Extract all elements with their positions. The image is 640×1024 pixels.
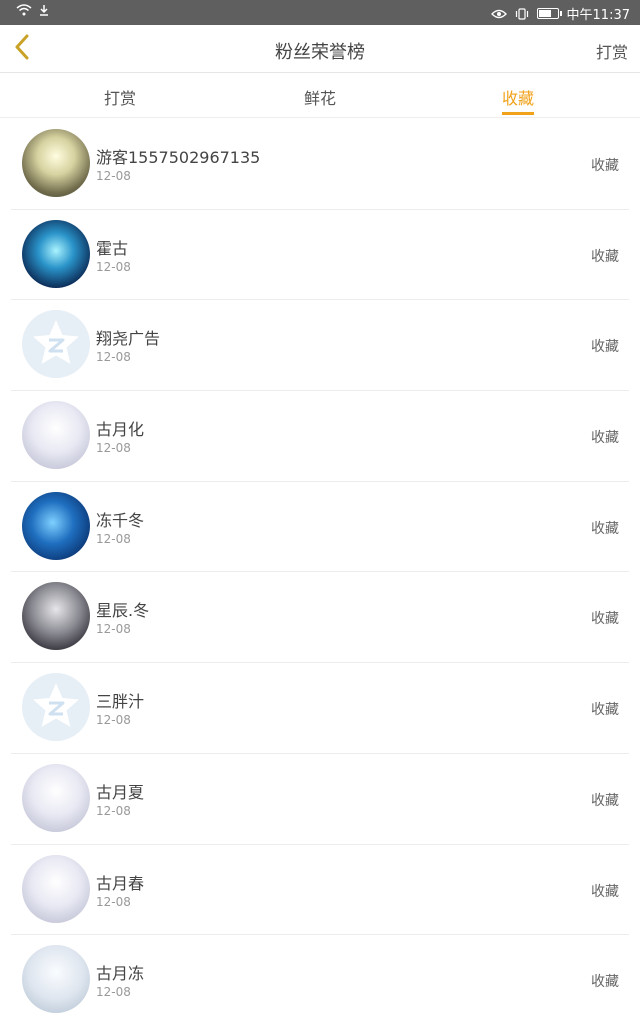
list-item[interactable]: 古月冻 12-08 收藏 [11, 935, 629, 1024]
user-name: 古月冻 [96, 964, 145, 984]
download-icon [38, 4, 50, 16]
action-label: 收藏 [591, 702, 619, 719]
user-name: 古月夏 [96, 782, 145, 802]
eye-icon [490, 9, 507, 19]
avatar [22, 854, 90, 923]
tab-favorites-label: 收藏 [502, 89, 535, 108]
avatar [22, 401, 90, 470]
date-text: 12-08 [96, 894, 131, 909]
tab-favorites[interactable]: 收藏 [502, 85, 535, 115]
qq-default-avatar-icon [22, 310, 90, 379]
date-text: 12-08 [96, 531, 131, 546]
status-bar: 中午11:37 [0, 0, 640, 25]
date-text: 12-08 [96, 350, 131, 365]
user-name: 冻千冬 [96, 510, 145, 530]
user-name: 古月春 [96, 873, 145, 893]
list-item[interactable]: 三胖汁 12-08 收藏 [11, 663, 629, 754]
avatar [22, 582, 90, 651]
date-text: 12-08 [96, 713, 131, 728]
avatar [22, 129, 90, 197]
list-item[interactable]: 古月化 12-08 收藏 [11, 391, 629, 482]
list-item[interactable]: 游客1557502967135 12-08 收藏 [11, 119, 629, 210]
list-item[interactable]: 翔尧广告 12-08 收藏 [11, 300, 629, 392]
date-text: 12-08 [96, 169, 131, 183]
reward-button[interactable]: 打赏 [596, 39, 628, 63]
avatar [22, 219, 90, 288]
tab-flowers[interactable]: 鲜花 [304, 85, 336, 109]
list-item[interactable]: 星辰.冬 12-08 收藏 [11, 572, 629, 664]
action-label: 收藏 [591, 792, 619, 809]
status-left [16, 4, 50, 16]
avatar [22, 763, 90, 832]
avatar [22, 491, 90, 560]
user-name: 古月化 [96, 420, 145, 440]
action-label: 收藏 [591, 248, 619, 265]
date-text: 12-08 [96, 803, 131, 818]
date-text: 12-08 [96, 622, 131, 637]
list-item[interactable]: 霍古 12-08 收藏 [11, 210, 629, 301]
action-label: 收藏 [591, 158, 619, 174]
tab-bar: 打赏 鲜花 收藏 [0, 73, 640, 118]
vibrate-icon [515, 7, 529, 20]
action-label: 收藏 [591, 520, 619, 537]
tab-reward[interactable]: 打赏 [104, 85, 136, 109]
action-label: 收藏 [591, 974, 619, 991]
battery-icon [536, 8, 562, 19]
date-text: 12-08 [96, 985, 131, 1000]
user-name: 翔尧广告 [96, 329, 161, 349]
date-text: 12-08 [96, 259, 131, 274]
date-text: 12-08 [96, 441, 131, 456]
fan-list: 游客1557502967135 12-08 收藏 霍古 12-08 收藏 翔尧广… [0, 119, 640, 1024]
user-name: 三胖汁 [96, 692, 145, 712]
user-name: 霍古 [96, 238, 129, 258]
list-item[interactable]: 古月春 12-08 收藏 [11, 845, 629, 936]
status-right: 中午11:37 [490, 4, 630, 23]
list-item[interactable]: 冻千冬 12-08 收藏 [11, 482, 629, 573]
wifi-icon [16, 4, 32, 16]
action-label: 收藏 [591, 883, 619, 900]
user-name: 游客1557502967135 [96, 148, 261, 167]
nav-bar: 粉丝荣誉榜 打赏 [0, 25, 640, 73]
action-label: 收藏 [591, 611, 619, 628]
list-item[interactable]: 古月夏 12-08 收藏 [11, 754, 629, 845]
action-label: 收藏 [591, 339, 619, 356]
clock-text: 中午11:37 [566, 8, 630, 23]
user-name: 星辰.冬 [96, 601, 150, 621]
avatar [22, 945, 90, 1014]
qq-default-avatar-icon [22, 673, 90, 742]
active-tab-indicator [502, 112, 535, 115]
action-label: 收藏 [591, 430, 619, 447]
page-title: 粉丝荣誉榜 [275, 42, 365, 63]
